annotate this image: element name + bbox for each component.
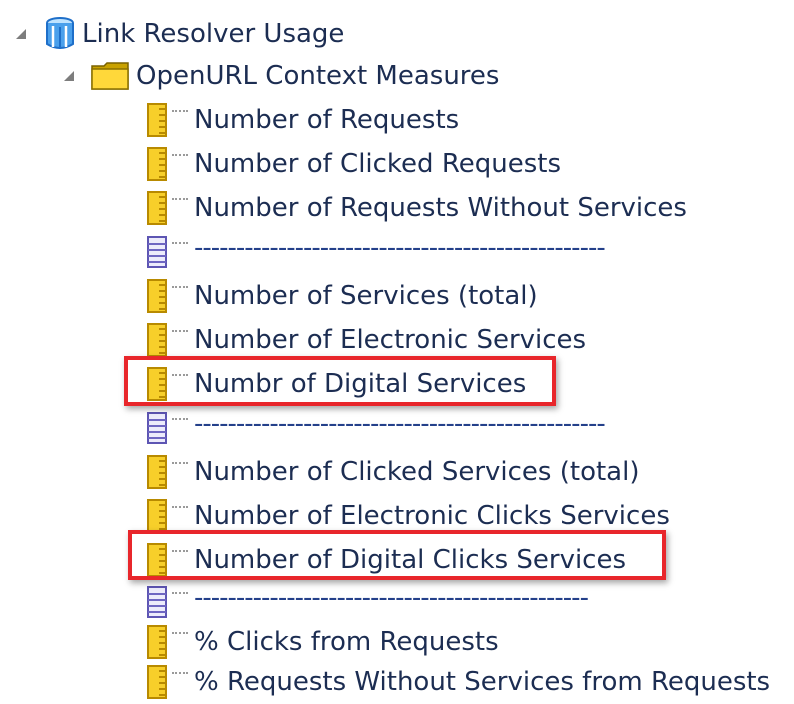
measure-column-icon	[146, 278, 170, 314]
measure-number-of-clicked-services-total[interactable]: Number of Clicked Services (total)	[146, 450, 639, 494]
measure-label: % Clicks from Requests	[194, 627, 499, 657]
measure-label: Number of Requests Without Services	[194, 193, 687, 223]
tree-connector	[172, 462, 188, 466]
separator-item-1[interactable]: ----------------------------------------…	[146, 230, 606, 274]
separator-item-3[interactable]: ----------------------------------------…	[146, 580, 589, 624]
separator-list-icon	[146, 410, 170, 446]
measure-number-of-electronic-services[interactable]: Number of Electronic Services	[146, 318, 586, 362]
measure-number-of-digital-clicks-services[interactable]: Number of Digital Clicks Services	[146, 538, 626, 582]
measure-column-icon	[146, 624, 170, 660]
measure-percent-requests-without-services-from-requests[interactable]: % Requests Without Services from Request…	[146, 660, 770, 704]
measure-label: Number of Clicked Requests	[194, 149, 561, 179]
separator-label: ----------------------------------------…	[194, 233, 606, 263]
measure-number-of-clicked-requests[interactable]: Number of Clicked Requests	[146, 142, 561, 186]
measure-label: Number of Clicked Services (total)	[194, 457, 640, 487]
measure-column-icon	[146, 454, 170, 490]
tree-node-label: OpenURL Context Measures	[136, 61, 500, 91]
tree-connector	[172, 506, 188, 510]
separator-item-2[interactable]: ----------------------------------------…	[146, 406, 606, 450]
measure-number-of-electronic-clicks-services[interactable]: Number of Electronic Clicks Services	[146, 494, 670, 538]
tree-node-link-resolver-usage[interactable]: Link Resolver Usage	[14, 12, 344, 56]
measure-number-of-requests-without-services[interactable]: Number of Requests Without Services	[146, 186, 687, 230]
tree-connector	[172, 672, 188, 676]
measure-column-icon	[146, 146, 170, 182]
folder-icon	[90, 60, 130, 92]
measure-column-icon	[146, 190, 170, 226]
tree-node-openurl-context-measures[interactable]: OpenURL Context Measures	[62, 54, 499, 98]
collapse-triangle-icon[interactable]	[62, 69, 76, 83]
tree-node-label: Link Resolver Usage	[82, 19, 345, 49]
tree-connector	[172, 374, 188, 378]
collapse-triangle-icon[interactable]	[14, 27, 28, 41]
measure-label: Number of Electronic Services	[194, 325, 587, 355]
measure-column-icon	[146, 366, 170, 402]
measure-percent-clicks-from-requests[interactable]: % Clicks from Requests	[146, 620, 499, 664]
tree-connector	[172, 330, 188, 334]
measure-number-of-requests[interactable]: Number of Requests	[146, 98, 459, 142]
measure-label: Number of Electronic Clicks Services	[194, 501, 670, 531]
measure-label: Number of Services (total)	[194, 281, 538, 311]
tree-connector	[172, 198, 188, 202]
measure-numbr-of-digital-services[interactable]: Numbr of Digital Services	[146, 362, 526, 406]
measure-label: Number of Digital Clicks Services	[194, 545, 627, 575]
subject-area-cube-icon	[42, 16, 78, 52]
tree-connector	[172, 418, 188, 422]
measure-column-icon	[146, 664, 170, 700]
tree-connector	[172, 550, 188, 554]
measure-column-icon	[146, 322, 170, 358]
tree-connector	[172, 632, 188, 636]
subject-area-tree: Link Resolver Usage OpenURL Context Meas…	[0, 0, 794, 699]
measure-label: Numbr of Digital Services	[194, 369, 527, 399]
tree-connector	[172, 154, 188, 158]
measure-number-of-services-total[interactable]: Number of Services (total)	[146, 274, 538, 318]
measure-label: Number of Requests	[194, 105, 460, 135]
measure-column-icon	[146, 498, 170, 534]
separator-label: ----------------------------------------…	[194, 409, 606, 439]
tree-connector	[172, 242, 188, 246]
tree-connector	[172, 286, 188, 290]
tree-connector	[172, 592, 188, 596]
separator-list-icon	[146, 584, 170, 620]
measure-column-icon	[146, 542, 170, 578]
separator-label: ----------------------------------------…	[194, 583, 589, 613]
measure-column-icon	[146, 102, 170, 138]
separator-list-icon	[146, 234, 170, 270]
tree-connector	[172, 110, 188, 114]
measure-label: % Requests Without Services from Request…	[194, 667, 771, 697]
